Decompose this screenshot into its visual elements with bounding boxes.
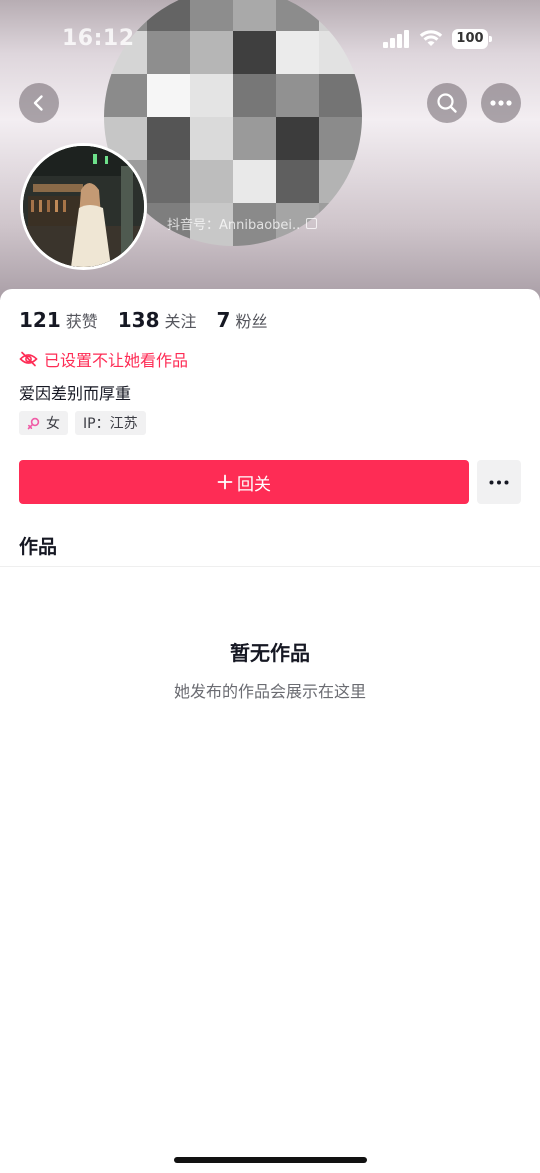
profile-tags: 女 IP：江苏 <box>19 411 146 435</box>
follow-back-button[interactable]: 回关 <box>19 460 469 504</box>
divider <box>0 566 540 567</box>
female-icon <box>27 417 40 429</box>
gender-tag: 女 <box>19 411 68 435</box>
more-options-button[interactable] <box>481 83 521 123</box>
search-icon <box>437 93 457 113</box>
stat-following[interactable]: 138 关注 <box>118 308 197 332</box>
more-icon <box>490 100 512 106</box>
stat-number: 7 <box>216 308 231 332</box>
copy-icon[interactable] <box>306 218 318 229</box>
gender-label: 女 <box>46 416 60 432</box>
signal-icon <box>383 30 411 48</box>
block-notice[interactable]: 已设置不让她看作品 <box>19 347 188 371</box>
empty-title: 暂无作品 <box>230 641 310 665</box>
stat-followers[interactable]: 7 粉丝 <box>217 308 268 332</box>
back-button[interactable] <box>19 83 59 123</box>
stat-number: 138 <box>117 308 160 332</box>
tab-works[interactable]: 作品 <box>19 532 57 559</box>
more-actions-button[interactable] <box>477 460 521 504</box>
stat-label: 粉丝 <box>235 312 268 331</box>
more-icon <box>489 480 509 484</box>
battery-indicator: 100 <box>452 29 492 49</box>
stat-label: 关注 <box>164 312 197 331</box>
profile-stats: 121 获赞 138 关注 7 粉丝 <box>19 308 287 332</box>
search-button[interactable] <box>427 83 467 123</box>
douyin-id[interactable]: 抖音号：Annibaobei.. <box>167 214 318 233</box>
wifi-icon <box>419 30 443 46</box>
ip-tag: IP：江苏 <box>75 411 146 435</box>
ip-label: IP：江苏 <box>83 416 138 432</box>
empty-subtitle: 她发布的作品会展示在这里 <box>173 682 366 701</box>
avatar[interactable] <box>20 143 147 270</box>
back-icon <box>33 95 43 111</box>
home-indicator[interactable] <box>174 1157 367 1163</box>
profile-header: 16:12 100 抖音号：Annibaobei.. <box>0 0 540 300</box>
empty-state: 暂无作品 她发布的作品会展示在这里 <box>0 637 540 702</box>
block-notice-text: 已设置不让她看作品 <box>44 351 189 370</box>
follow-back-label: 回关 <box>237 474 271 495</box>
avatar-photo <box>23 146 144 267</box>
douyin-id-text: 抖音号：Annibaobei.. <box>167 218 301 233</box>
stat-label: 获赞 <box>65 312 98 331</box>
stat-number: 121 <box>19 308 61 332</box>
bio-text: 爱因差别而厚重 <box>19 384 132 403</box>
status-bar: 16:12 100 <box>0 0 540 80</box>
profile-card: 121 获赞 138 关注 7 粉丝 已设置不让她看作品 爱因差别而厚重 女 I… <box>0 289 540 1173</box>
plus-icon <box>217 474 233 490</box>
eye-off-icon <box>19 351 38 367</box>
stat-likes[interactable]: 121 获赞 <box>19 308 98 332</box>
status-time: 16:12 <box>62 26 135 51</box>
